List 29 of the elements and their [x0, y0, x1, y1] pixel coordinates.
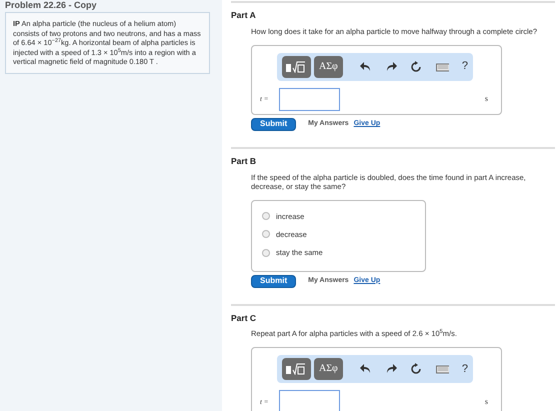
unit-label: s	[484, 396, 488, 408]
radio-button[interactable]	[262, 248, 270, 257]
reset-icon[interactable]	[410, 363, 422, 376]
answer-field[interactable]	[279, 88, 340, 111]
part-title: Part C	[231, 312, 258, 324]
undo-icon[interactable]	[360, 60, 372, 73]
problem-title: Problem 22.26 - Copy	[5, 0, 98, 12]
symbols-button[interactable]: ΑΣφ	[314, 358, 343, 380]
root-template-icon	[285, 60, 308, 73]
part-title: Part A	[231, 9, 257, 22]
submit-button[interactable]: Submit	[251, 274, 296, 288]
help-button[interactable]: ?	[462, 364, 468, 375]
redo-icon[interactable]	[384, 60, 397, 73]
help-button[interactable]: ?	[462, 61, 468, 72]
redo-icon[interactable]	[384, 363, 397, 376]
answer-field[interactable]	[279, 390, 340, 411]
keyboard-icon[interactable]	[434, 60, 449, 73]
symbols-button[interactable]: ΑΣφ	[314, 56, 343, 78]
templates-button[interactable]	[282, 358, 311, 380]
root-template-icon	[285, 363, 308, 376]
part-title: Part B	[231, 154, 258, 168]
keyboard-icon[interactable]	[434, 363, 449, 376]
radio-button[interactable]	[262, 230, 270, 238]
unit-label: s	[484, 93, 488, 106]
reset-icon[interactable]	[410, 60, 422, 73]
templates-button[interactable]	[282, 56, 311, 78]
undo-icon[interactable]	[360, 363, 372, 376]
submit-button[interactable]: Submit	[251, 118, 296, 131]
radio-button[interactable]	[262, 212, 270, 220]
